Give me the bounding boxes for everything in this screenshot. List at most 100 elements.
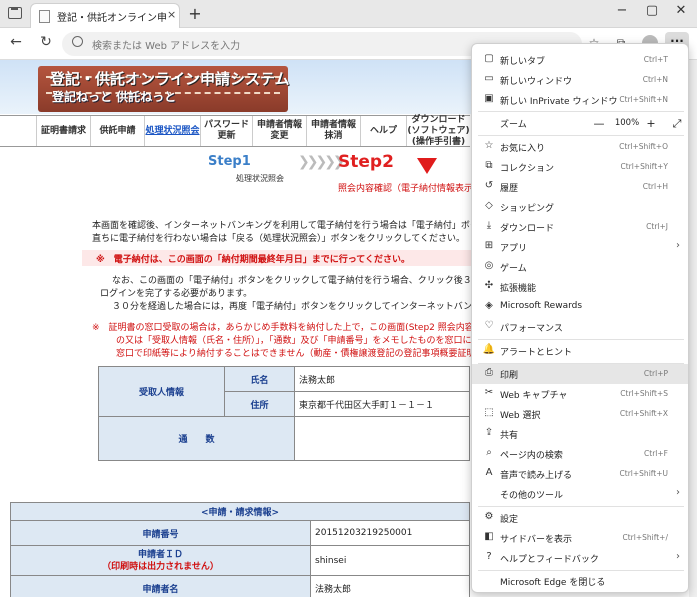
refresh-icon[interactable]: ↻	[36, 34, 56, 50]
menu-item-read-aloud[interactable]: A 音声で読み上げる Ctrl+Shift+U	[472, 464, 688, 484]
zoom-out-button[interactable]: —	[592, 117, 606, 130]
nav-password[interactable]: パスワード 更新	[200, 116, 252, 146]
extensions-icon: ✣	[484, 280, 494, 291]
find-icon: ⌕	[486, 447, 492, 458]
name-value: 法務太郎	[294, 366, 470, 392]
menu-item-zoom: ズーム — 100% + ⤢	[472, 113, 688, 133]
zoom-in-button[interactable]: +	[644, 117, 658, 130]
zoom-value: 100%	[614, 118, 640, 128]
address-value: 東京都千代田区大手町１－１－１	[294, 391, 470, 417]
collections-icon: ⧉	[485, 160, 493, 171]
tab-close-icon[interactable]: ×	[167, 8, 176, 21]
download-icon: ⤓	[486, 220, 492, 231]
new-window-icon: ▭	[484, 73, 494, 84]
read-aloud-icon: A	[485, 467, 493, 478]
sidebar-icon: ◧	[484, 531, 494, 542]
new-tab-icon: ▢	[484, 53, 494, 64]
menu-item-find[interactable]: ⌕ ページ内の検索 Ctrl+F	[472, 444, 688, 464]
instruction-line: なお、この画面の「電子納付」ボタンをクリックして電子納付を行う場合、クリック後３…	[112, 276, 508, 286]
window-menu-icon[interactable]	[8, 7, 22, 19]
site-title: 登記・供託オンライン申請システム	[50, 70, 290, 88]
gear-icon: ⚙	[484, 511, 494, 522]
applicant-name-label: 申請者名	[10, 575, 311, 597]
menu-item-print[interactable]: ⎙ 印刷 Ctrl+P	[472, 364, 688, 384]
step2-sub: 照会内容確認（電子納付情報表示	[338, 184, 474, 194]
chevron-right-icon: ›	[676, 487, 680, 498]
print-icon: ⎙	[485, 367, 493, 378]
menu-item-games[interactable]: ◎ ゲーム	[472, 257, 688, 277]
instruction-line: 直ちに電子納付を行わない場合は「戻る（処理状況照会）」ボタンをクリックしてくださ…	[92, 234, 465, 244]
step-arrow-icon: ❯❯❯❯❯	[298, 154, 345, 170]
nav-applicant-delete[interactable]: 申請者情報 抹消	[306, 116, 360, 146]
menu-item-downloads[interactable]: ⤓ ダウンロード Ctrl+J	[472, 217, 688, 237]
menu-item-performance[interactable]: ♡ パフォーマンス	[472, 317, 688, 337]
web-capture-icon: ✂	[484, 387, 494, 398]
menu-item-web-select[interactable]: ⬚ Web 選択 Ctrl+Shift+X	[472, 404, 688, 424]
menu-item-close-edge[interactable]: Microsoft Edge を閉じる	[472, 571, 688, 591]
settings-menu: ▢ 新しいタブ Ctrl+T ▭ 新しいウィンドウ Ctrl+N ▣ 新しい InPriv…	[471, 43, 689, 593]
fullscreen-icon[interactable]: ⤢	[670, 117, 684, 131]
menu-item-apps[interactable]: ⊞ アプリ ›	[472, 237, 688, 257]
nav-help[interactable]: ヘルプ	[360, 116, 406, 146]
menu-item-new-tab[interactable]: ▢ 新しいタブ Ctrl+T	[472, 50, 688, 70]
history-icon: ↺	[484, 180, 494, 191]
menu-item-rewards[interactable]: ◈ Microsoft Rewards	[472, 297, 688, 317]
zoom-label: ズーム	[500, 120, 527, 130]
nav-applicant-change[interactable]: 申請者情報 変更	[252, 116, 306, 146]
bell-icon: 🔔	[482, 344, 496, 355]
nav-deposit[interactable]: 供託申請	[90, 116, 144, 146]
menu-separator	[478, 111, 684, 112]
menu-item-sidebar[interactable]: ◧ サイドバーを表示 Ctrl+Shift+/	[472, 528, 688, 548]
nav-certificate[interactable]: 証明書請求	[36, 116, 90, 146]
name-label: 氏名	[224, 366, 295, 392]
recipient-table: 受取人情報 氏名 法務太郎 住所 東京都千代田区大手町１－１－１ 通 数	[98, 366, 470, 461]
menu-item-alerts[interactable]: 🔔 アラートとヒント	[472, 341, 688, 361]
menu-item-more-tools[interactable]: その他のツール ›	[472, 484, 688, 504]
menu-item-extensions[interactable]: ✣ 拡張機能	[472, 277, 688, 297]
shopping-icon: ◇	[485, 200, 493, 211]
menu-item-help[interactable]: ? ヘルプとフィードバック ›	[472, 548, 688, 568]
menu-item-settings[interactable]: ⚙ 設定	[472, 508, 688, 528]
menu-item-collections[interactable]: ⧉ コレクション Ctrl+Shift+Y	[472, 157, 688, 177]
maximize-button[interactable]: ▢	[637, 3, 667, 18]
favorites-icon: ☆	[484, 140, 494, 151]
menu-item-share[interactable]: ⇪ 共有	[472, 424, 688, 444]
step1-sub: 処理状況照会	[236, 174, 284, 183]
minimize-button[interactable]: −	[607, 3, 637, 18]
address-label: 住所	[224, 391, 295, 417]
page-scrollbar[interactable]	[689, 60, 697, 597]
nav-status[interactable]: 処理状況照会	[144, 116, 200, 146]
menu-item-favorites[interactable]: ☆ お気に入り Ctrl+Shift+O	[472, 137, 688, 157]
menu-item-inprivate[interactable]: ▣ 新しい InPrivate ウィンドウ Ctrl+Shift+N	[472, 90, 688, 110]
new-tab-button[interactable]: +	[184, 4, 206, 23]
share-icon: ⇪	[484, 427, 494, 438]
menu-item-new-window[interactable]: ▭ 新しいウィンドウ Ctrl+N	[472, 70, 688, 90]
step2-label: Step2	[338, 152, 394, 172]
nav-download[interactable]: ダウンロード (ソフトウェア) (操作手引書)	[406, 115, 470, 147]
tab-strip: 登記・供託オンライン申請システム・ × + − ▢ ✕	[0, 0, 697, 28]
menu-item-shopping[interactable]: ◇ ショッピング	[472, 197, 688, 217]
instruction-line: ログインを完了する必要があります。	[100, 289, 253, 299]
menu-item-web-capture[interactable]: ✂ Web キャプチャ Ctrl+Shift+S	[472, 384, 688, 404]
site-subtitle: 登記ねっと 供託ねっと	[52, 90, 177, 104]
applicant-id-text: 申請者ＩＤ	[137, 549, 183, 560]
close-window-button[interactable]: ✕	[666, 3, 696, 18]
apps-icon: ⊞	[484, 240, 494, 251]
menu-separator	[478, 339, 684, 340]
help-icon: ?	[486, 551, 492, 562]
menu-item-history[interactable]: ↺ 履歴 Ctrl+H	[472, 177, 688, 197]
address-placeholder: 検索または Web アドレスを入力	[92, 41, 241, 52]
applicant-id-value: shinsei	[310, 545, 470, 576]
inprivate-icon: ▣	[484, 93, 494, 104]
application-table: <申請・請求情報> 申請番号 20151203219250001 申請者ＩＤ （…	[10, 502, 470, 597]
applicant-id-label: 申請者ＩＤ （印刷時は出力されません）	[10, 545, 311, 576]
browser-tab[interactable]: 登記・供託オンライン申請システム・ ×	[30, 3, 180, 28]
app-number-value: 20151203219250001	[310, 520, 470, 546]
performance-icon: ♡	[484, 320, 494, 331]
count-value	[294, 416, 470, 461]
application-header: <申請・請求情報>	[10, 502, 470, 521]
web-select-icon: ⬚	[484, 407, 494, 418]
menu-separator	[478, 135, 684, 136]
page-favicon-icon	[39, 10, 50, 23]
back-icon[interactable]: ←	[6, 34, 26, 50]
